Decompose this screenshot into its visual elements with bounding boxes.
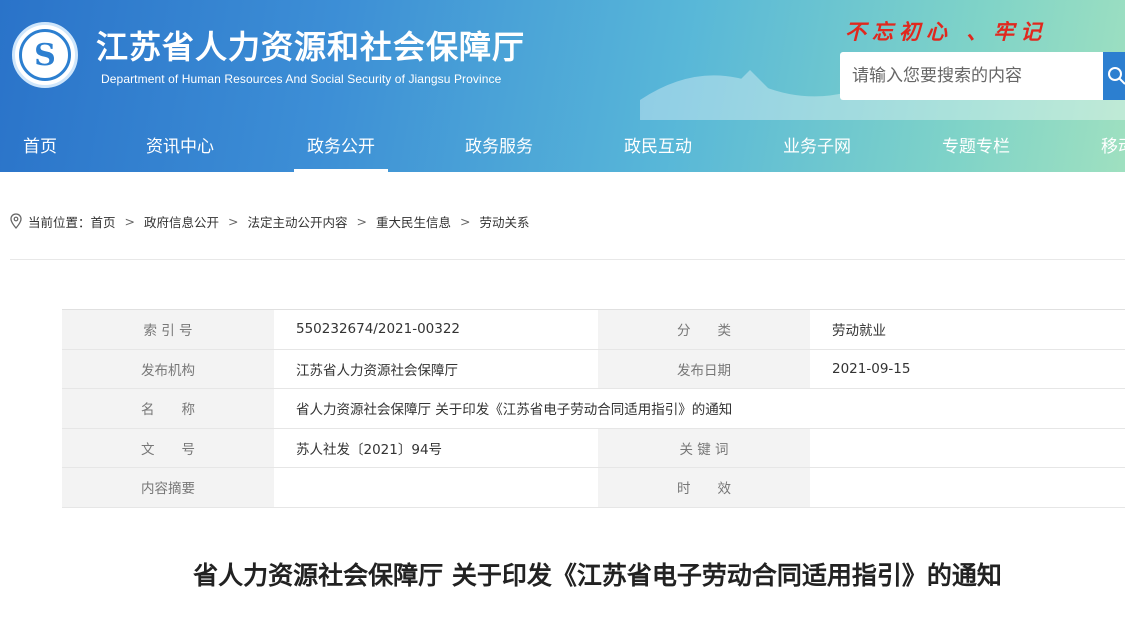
date-label: 发布日期 [598,349,810,388]
publisher-value: 江苏省人力资源社会保障厅 [274,349,598,388]
doc-number-value: 苏人社发〔2021〕94号 [274,428,598,467]
search-input[interactable] [840,52,1103,100]
nav-item-mobile[interactable]: 移动 [1101,122,1125,172]
table-row: 发布机构 江苏省人力资源社会保障厅 发布日期 2021-09-15 [62,349,1125,389]
breadcrumb-separator: > [356,213,368,229]
slogan: 不忘初心 、牢记 [845,19,1048,44]
keywords-value [810,428,1125,467]
breadcrumb-separator: > [228,213,239,229]
publisher-label: 发布机构 [62,349,274,388]
summary-label: 内容摘要 [62,468,274,507]
category-label: 分 类 [598,310,810,349]
breadcrumb: 当前位置： 首页 > 政府信息公开 > 法定主动公开内容 > 重大民生信息 > … [10,210,530,232]
ministry-logo[interactable]: S [12,22,78,88]
ministry-logo-icon: S [19,29,71,81]
breadcrumb-divider [10,259,1125,260]
breadcrumb-item-livelihood[interactable]: 重大民生信息 [376,212,451,231]
site-title[interactable]: 江苏省人力资源和社会保障厅 [96,22,525,68]
summary-value [274,468,598,507]
doc-number-label: 文 号 [62,428,274,467]
nav-item-news[interactable]: 资讯中心 [146,122,214,172]
breadcrumb-prefix: 当前位置： [28,214,91,230]
nav-item-interaction[interactable]: 政民互动 [624,122,692,172]
table-row: 名 称 省人力资源社会保障厅 关于印发《江苏省电子劳动合同适用指引》的通知 [62,389,1125,429]
nav-item-home[interactable]: 首页 [23,122,57,172]
breadcrumb-item-gov-info[interactable]: 政府信息公开 [144,212,219,231]
date-value: 2021-09-15 [810,349,1125,388]
nav-item-subnets[interactable]: 业务子网 [783,122,851,172]
name-value: 省人力资源社会保障厅 关于印发《江苏省电子劳动合同适用指引》的通知 [274,389,810,428]
table-row: 索 引 号 550232674/2021-00322 分 类 劳动就业 [62,310,1125,350]
search-button[interactable] [1103,52,1125,100]
breadcrumb-item-labor[interactable]: 劳动关系 [480,212,530,231]
table-row: 内容摘要 时 效 [62,468,1125,508]
name-value-spacer [810,389,1125,428]
index-value: 550232674/2021-00322 [274,310,598,349]
breadcrumb-item-mandatory[interactable]: 法定主动公开内容 [248,212,348,231]
breadcrumb-separator: > [124,213,136,229]
document-info-table: 索 引 号 550232674/2021-00322 分 类 劳动就业 发布机构… [62,309,1125,508]
keywords-label: 关 键 词 [598,428,810,467]
category-value: 劳动就业 [810,310,1125,349]
name-label: 名 称 [62,389,274,428]
site-subtitle: Department of Human Resources And Social… [101,72,502,86]
validity-value [810,468,1125,507]
document-title: 省人力资源社会保障厅 关于印发《江苏省电子劳动合同适用指引》的通知 [193,561,1002,590]
nav-item-topics[interactable]: 专题专栏 [942,122,1010,172]
nav-item-gov-info[interactable]: 政务公开 [294,122,388,172]
search-box [840,52,1103,100]
location-pin-icon [10,213,22,229]
table-row: 文 号 苏人社发〔2021〕94号 关 键 词 [62,428,1125,468]
breadcrumb-item-home[interactable]: 首页 [91,212,116,231]
site-header: S 江苏省人力资源和社会保障厅 Department of Human Reso… [0,0,1125,172]
nav-item-gov-services[interactable]: 政务服务 [465,122,533,172]
validity-label: 时 效 [598,468,810,507]
search-icon [1108,67,1125,85]
main-nav: 首页 资讯中心 政务公开 政务服务 政民互动 业务子网 专题专栏 移动 [0,122,1125,172]
index-label: 索 引 号 [62,310,274,349]
breadcrumb-separator: > [460,213,471,229]
